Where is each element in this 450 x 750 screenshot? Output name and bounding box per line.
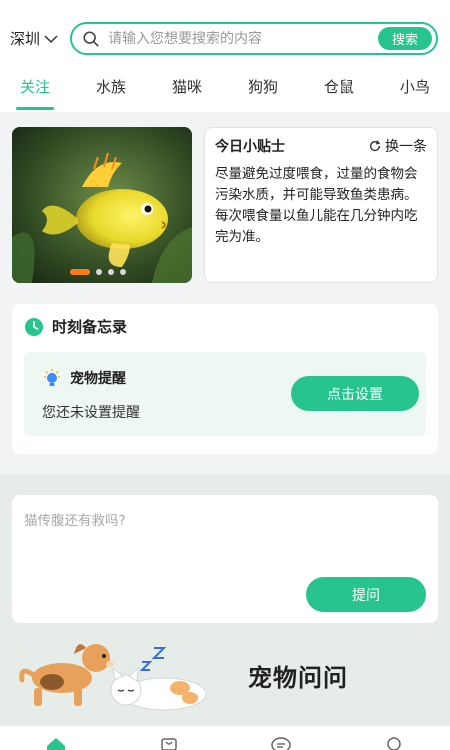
pet-reminder-panel: 宠物提醒 您还未设置提醒 点击设置 <box>24 352 426 436</box>
ask-button[interactable]: 提问 <box>306 577 426 612</box>
refresh-icon <box>369 140 381 152</box>
search-button[interactable]: 搜索 <box>378 27 432 50</box>
home-icon <box>47 738 66 750</box>
tab-birds[interactable]: 小鸟 <box>400 66 430 112</box>
nav-messages[interactable] <box>270 736 292 750</box>
lightbulb-icon <box>44 369 60 386</box>
shop-bag-icon <box>161 738 177 750</box>
reminder-header: 宠物提醒 <box>42 368 126 388</box>
question-input[interactable] <box>24 509 424 569</box>
memo-title: 时刻备忘录 <box>52 318 128 336</box>
banner-carousel[interactable] <box>12 127 192 283</box>
clock-icon <box>25 317 43 336</box>
pet-qa-title: 宠物问问 <box>248 664 348 692</box>
tab-follow[interactable]: 关注 <box>15 66 55 112</box>
tab-aquarium[interactable]: 水族 <box>96 66 126 112</box>
memo-card: 时刻备忘录 宠物提醒 您还未设置提醒 点击设置 <box>12 304 438 454</box>
tab-dogs[interactable]: 狗狗 <box>248 66 278 112</box>
nav-profile[interactable] <box>383 736 405 750</box>
nav-home[interactable] <box>45 736 67 750</box>
chevron-down-icon <box>44 34 58 43</box>
carousel-dot-active[interactable] <box>70 269 90 275</box>
reminder-title: 宠物提醒 <box>70 371 126 387</box>
question-card: 提问 <box>12 495 438 623</box>
memo-header: 时刻备忘录 <box>24 316 127 337</box>
top-bar: 深圳 搜索 关注 水族 猫咪 狗狗 仓鼠 小鸟 <box>0 0 450 112</box>
message-icon <box>271 737 291 750</box>
search-icon <box>83 30 99 47</box>
daily-tip-card: 今日小贴士 换一条 尽量避免过度喂食，过量的食物会污染水质，并可能导致鱼类患病。… <box>204 127 438 283</box>
city-label: 深圳 <box>10 30 41 48</box>
fish-photo <box>12 127 192 283</box>
refresh-tip-label: 换一条 <box>385 139 427 155</box>
bottom-nav <box>0 726 450 750</box>
city-selector[interactable]: 深圳 <box>10 28 58 49</box>
tab-cats[interactable]: 猫咪 <box>172 66 202 112</box>
category-tabs: 关注 水族 猫咪 狗狗 仓鼠 小鸟 <box>0 66 450 112</box>
pets-illustration <box>19 644 207 711</box>
set-reminder-button[interactable]: 点击设置 <box>291 376 419 411</box>
carousel-dot[interactable] <box>120 269 126 275</box>
nav-shop[interactable] <box>158 736 180 750</box>
tab-hamsters[interactable]: 仓鼠 <box>324 66 354 112</box>
profile-icon <box>387 737 401 750</box>
tip-text: 尽量避免过度喂食，过量的食物会污染水质，并可能导致鱼类患病。每次喂食量以鱼儿能在… <box>215 166 418 245</box>
carousel-indicator <box>70 269 126 275</box>
search-bar: 搜索 <box>70 22 438 55</box>
carousel-dot[interactable] <box>108 269 114 275</box>
refresh-tip-button[interactable]: 换一条 <box>368 136 427 156</box>
carousel-dot[interactable] <box>96 269 102 275</box>
reminder-status: 您还未设置提醒 <box>42 405 140 421</box>
